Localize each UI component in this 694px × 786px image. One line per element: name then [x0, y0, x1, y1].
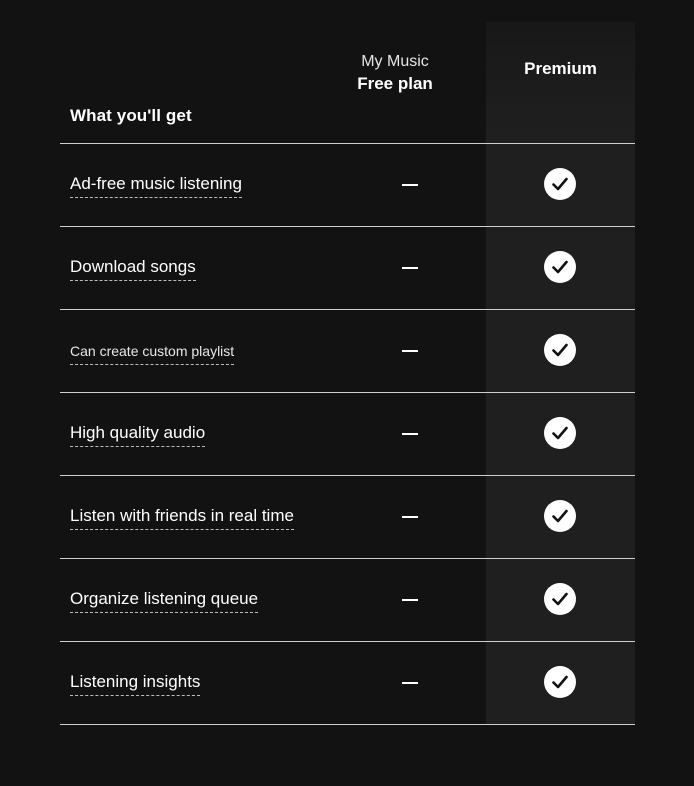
feature-row: Listening insights [60, 641, 635, 724]
feature-label[interactable]: Organize listening queue [70, 589, 259, 613]
free-plan-title: Free plan [357, 74, 433, 93]
feature-label[interactable]: High quality audio [70, 423, 206, 447]
not-included-dash-icon [402, 267, 418, 269]
free-plan-subtitle: My Music [361, 53, 429, 70]
comparison-header: What you'll get My Music Free plan Premi… [60, 22, 635, 143]
feature-row: Ad-free music listening [60, 143, 635, 226]
not-included-dash-icon [402, 433, 418, 435]
feature-row: High quality audio [60, 392, 635, 475]
feature-row: Download songs [60, 226, 635, 309]
not-included-dash-icon [402, 350, 418, 352]
premium-plan-title: Premium [524, 59, 597, 78]
check-icon [544, 500, 576, 532]
not-included-dash-icon [402, 184, 418, 186]
not-included-dash-icon [402, 599, 418, 601]
not-included-dash-icon [402, 516, 418, 518]
check-icon [544, 417, 576, 449]
feature-row: Can create custom playlist [60, 309, 635, 392]
check-icon [544, 168, 576, 200]
section-label: What you'll get [70, 106, 192, 125]
feature-label[interactable]: Download songs [70, 257, 196, 281]
free-plan-header: My Music Free plan [330, 52, 460, 96]
check-icon [544, 251, 576, 283]
feature-label[interactable]: Listening insights [70, 672, 201, 696]
check-icon [544, 583, 576, 615]
feature-row: Organize listening queue [60, 558, 635, 641]
check-icon [544, 334, 576, 366]
not-included-dash-icon [402, 682, 418, 684]
feature-row: Listen with friends in real time [60, 475, 635, 558]
feature-label[interactable]: Listen with friends in real time [70, 506, 294, 530]
table-bottom-divider [60, 724, 635, 725]
check-icon [544, 666, 576, 698]
feature-label[interactable]: Ad-free music listening [70, 174, 242, 198]
feature-label[interactable]: Can create custom playlist [70, 341, 235, 365]
